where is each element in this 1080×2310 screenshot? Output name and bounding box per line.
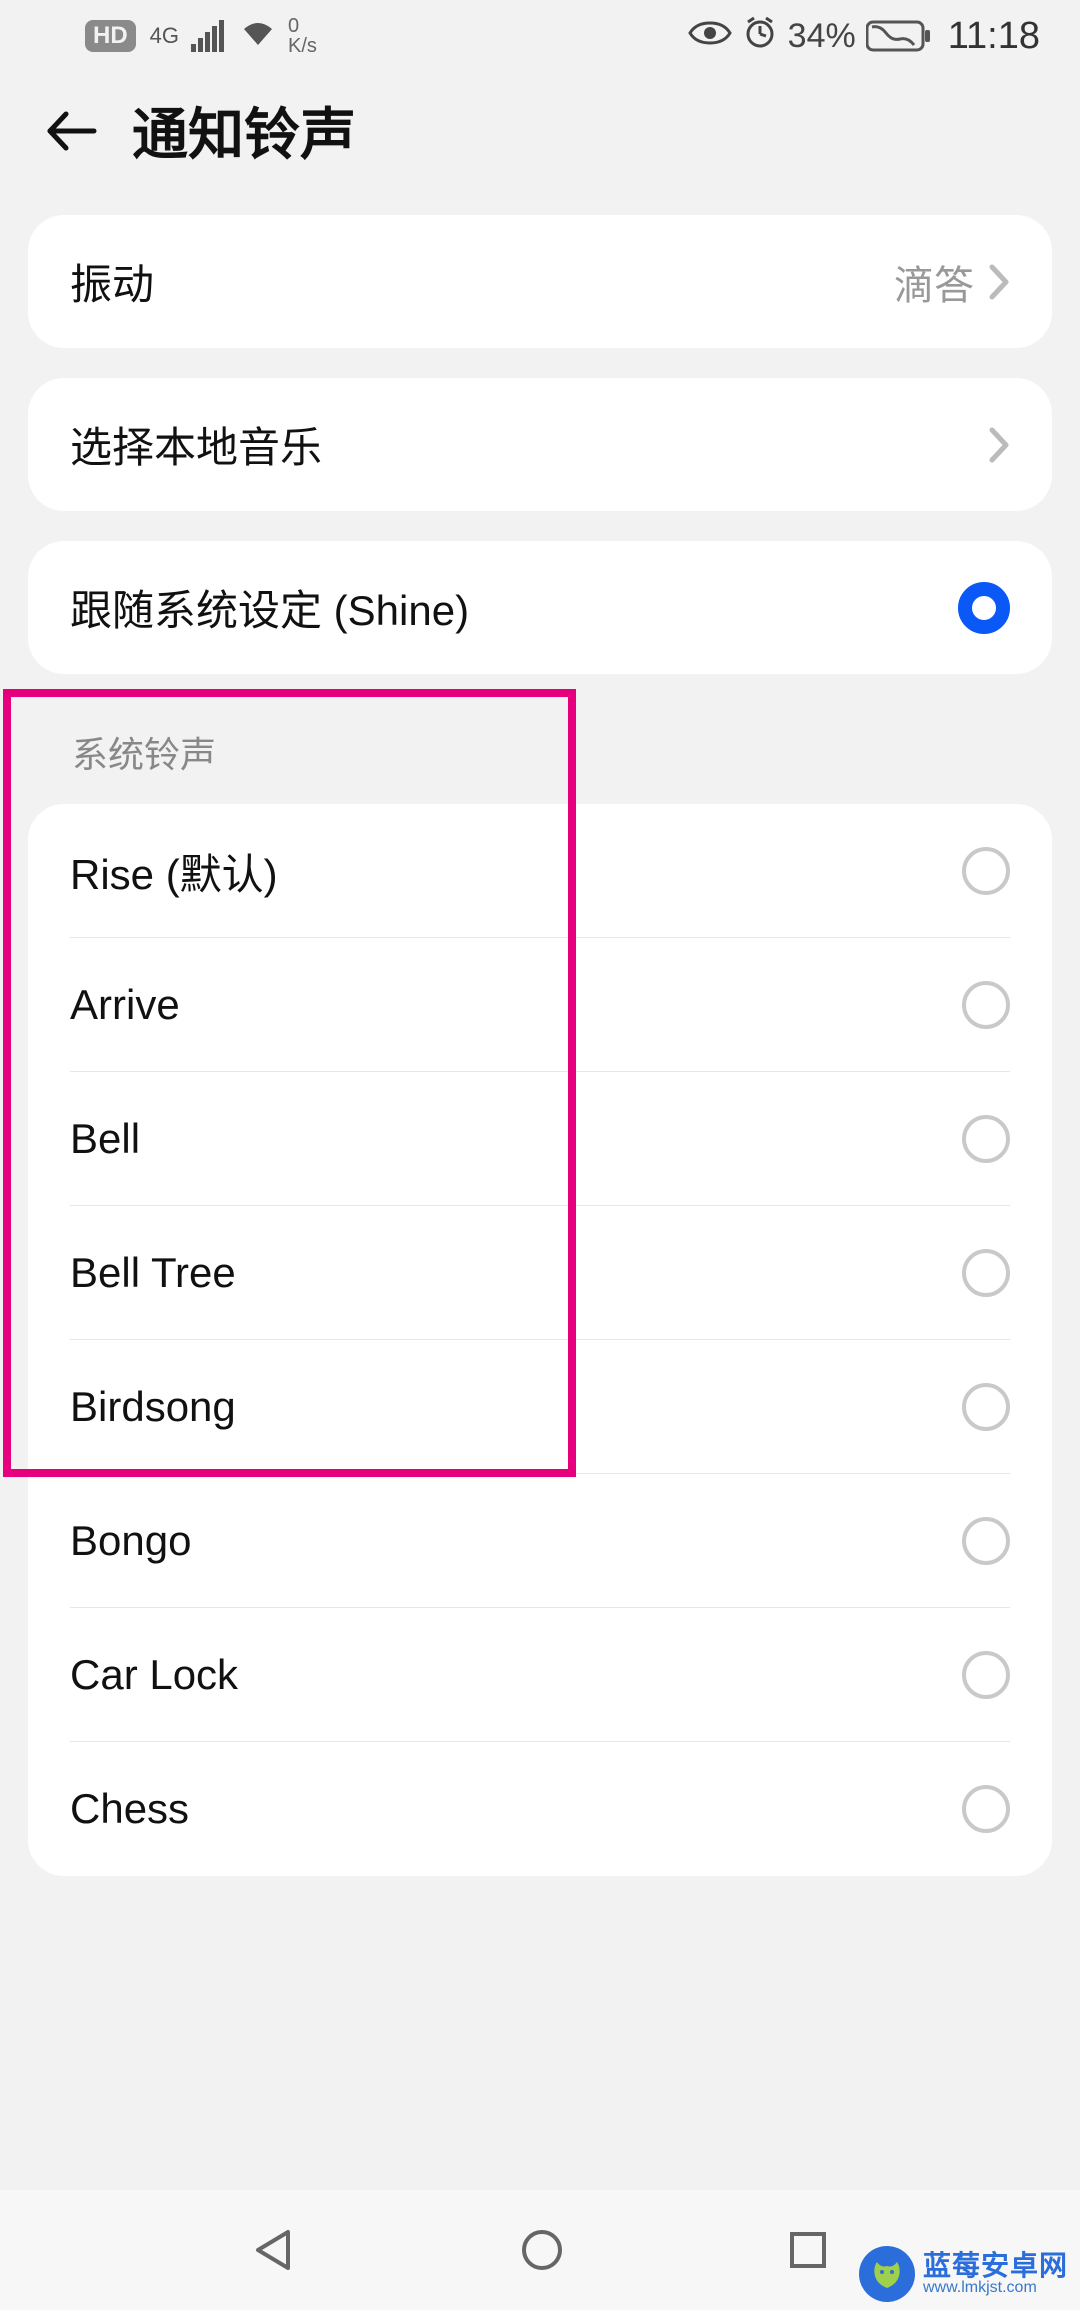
ringtone-label: Bongo: [70, 1517, 191, 1565]
eye-icon: [688, 17, 732, 56]
radio-empty-icon: [962, 1383, 1010, 1431]
watermark-url: www.lmkjst.com: [923, 2280, 1068, 2297]
ringtone-row[interactable]: Bell: [28, 1072, 1052, 1206]
ringtone-label: Arrive: [70, 981, 180, 1029]
ringtone-list-card: Rise (默认) Arrive Bell Bell Tree Birdsong…: [28, 804, 1052, 1876]
ringtone-row[interactable]: Bell Tree: [28, 1206, 1052, 1340]
vibration-value: 滴答: [894, 253, 974, 311]
follow-system-row[interactable]: 跟随系统设定 (Shine): [28, 541, 1052, 674]
chevron-right-icon: [988, 263, 1010, 301]
back-arrow-icon[interactable]: [44, 108, 98, 154]
nav-back-icon[interactable]: [250, 2226, 298, 2274]
follow-system-card: 跟随系统设定 (Shine): [28, 541, 1052, 674]
hd-badge-icon: HD: [85, 20, 136, 52]
ringtone-label: Car Lock: [70, 1651, 238, 1699]
ringtone-label: Bell: [70, 1115, 140, 1163]
clock-time: 11:18: [948, 15, 1040, 58]
ringtone-row[interactable]: Birdsong: [28, 1340, 1052, 1474]
radio-empty-icon: [962, 847, 1010, 895]
vibration-card: 振动 滴答: [28, 215, 1052, 348]
watermark: 蓝莓安卓网 www.lmkjst.com: [853, 2244, 1074, 2304]
watermark-logo-icon: [859, 2246, 915, 2302]
radio-empty-icon: [962, 981, 1010, 1029]
status-left: HD 4G 0 K/s: [85, 16, 317, 56]
page-header: 通知铃声: [0, 72, 1080, 215]
local-music-row[interactable]: 选择本地音乐: [28, 378, 1052, 511]
page-title: 通知铃声: [132, 90, 356, 171]
radio-empty-icon: [962, 1115, 1010, 1163]
nav-recent-icon[interactable]: [786, 2228, 830, 2272]
ringtone-label: Rise (默认): [70, 841, 278, 902]
chevron-right-icon: [988, 426, 1010, 464]
vibration-row[interactable]: 振动 滴答: [28, 215, 1052, 348]
radio-empty-icon: [962, 1651, 1010, 1699]
radio-empty-icon: [962, 1249, 1010, 1297]
wifi-icon: [240, 17, 276, 56]
ringtone-row[interactable]: Chess: [28, 1742, 1052, 1876]
network-speed: 0 K/s: [288, 16, 317, 56]
radio-empty-icon: [962, 1785, 1010, 1833]
local-music-card: 选择本地音乐: [28, 378, 1052, 511]
local-music-label: 选择本地音乐: [70, 414, 322, 475]
signal-icon: [191, 20, 224, 52]
status-bar: HD 4G 0 K/s 34% 11:18: [0, 0, 1080, 72]
alarm-icon: [742, 14, 778, 59]
ringtone-row[interactable]: Arrive: [28, 938, 1052, 1072]
system-ringtones-section-title: 系统铃声: [0, 704, 1080, 804]
follow-system-label: 跟随系统设定 (Shine): [70, 577, 469, 638]
ringtone-row[interactable]: Rise (默认): [28, 804, 1052, 938]
battery-icon: [866, 19, 932, 53]
ringtone-row[interactable]: Bongo: [28, 1474, 1052, 1608]
battery-percent: 34%: [788, 17, 856, 56]
vibration-label: 振动: [70, 251, 154, 312]
watermark-title: 蓝莓安卓网: [923, 2251, 1068, 2280]
ringtone-label: Chess: [70, 1785, 189, 1833]
ringtone-label: Birdsong: [70, 1383, 236, 1431]
radio-empty-icon: [962, 1517, 1010, 1565]
nav-home-icon[interactable]: [518, 2226, 566, 2274]
status-right: 34% 11:18: [688, 14, 1040, 59]
radio-selected-icon: [958, 582, 1010, 634]
ringtone-label: Bell Tree: [70, 1249, 236, 1297]
ringtone-row[interactable]: Car Lock: [28, 1608, 1052, 1742]
network-type: 4G: [150, 23, 179, 49]
